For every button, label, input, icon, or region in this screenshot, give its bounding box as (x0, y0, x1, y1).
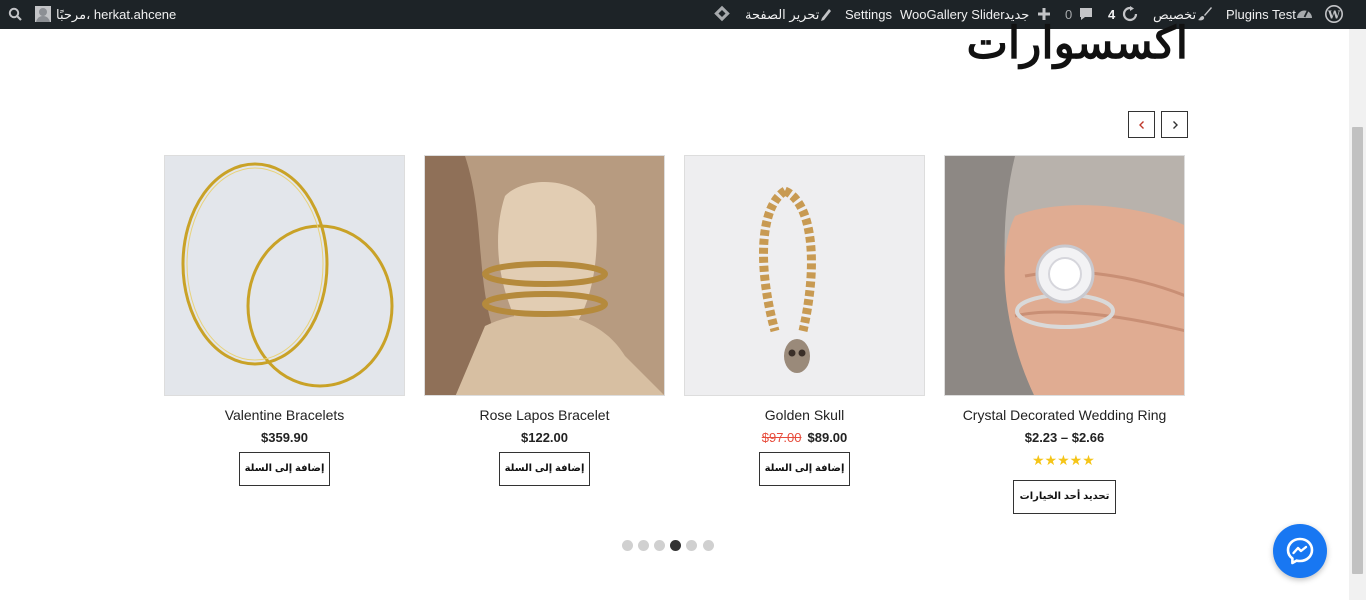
edit-page-label: تحرير الصفحة (745, 7, 820, 22)
add-to-cart-button[interactable]: إضافة إلى السلة (239, 452, 330, 486)
search-icon[interactable] (8, 0, 22, 29)
product-price-group: $97.00 $89.00 (684, 430, 925, 445)
product-card: Golden Skull $97.00 $89.00 إضافة إلى السل… (684, 155, 925, 486)
regular-price: $97.00 (761, 430, 802, 445)
product-image[interactable] (684, 155, 925, 396)
product-card: Rose Lapos Bracelet $122.00 إضافة إلى ال… (424, 155, 665, 486)
edit-page-link[interactable]: تحرير الصفحة (745, 0, 835, 29)
rating-stars: ★★★★★ (1032, 452, 1095, 468)
product-name[interactable]: Crystal Decorated Wedding Ring (944, 407, 1185, 423)
dashboard-gauge-icon (1297, 10, 1312, 18)
diamond-icon[interactable] (713, 0, 730, 29)
add-to-cart-button[interactable]: إضافة إلى السلة (499, 452, 590, 486)
messenger-icon (1286, 537, 1314, 565)
select-options-button[interactable]: تحديد أحد الخيارات (1013, 480, 1116, 514)
add-to-cart-button[interactable]: إضافة إلى السلة (759, 452, 850, 486)
settings-link[interactable]: Settings (845, 0, 892, 29)
product-image[interactable] (944, 155, 1185, 396)
my-account-menu[interactable]: مرحبًا، herkat.ahcene (35, 0, 176, 29)
chevron-right-icon (1173, 121, 1178, 129)
page-scrollbar[interactable] (1349, 29, 1366, 600)
chevron-left-icon (1139, 121, 1144, 129)
site-name-link[interactable]: Plugins Test (1226, 0, 1314, 29)
sale-price: $89.00 (807, 430, 848, 445)
product-image[interactable] (424, 155, 665, 396)
pencil-icon (821, 9, 831, 21)
slider-next-button[interactable] (1161, 111, 1188, 138)
product-name[interactable]: Golden Skull (684, 407, 925, 423)
product-price: $2.23 – $2.66 (1024, 430, 1105, 445)
slider-dot[interactable] (703, 540, 714, 551)
product-card: Valentine Bracelets $359.90 إضافة إلى ال… (164, 155, 405, 486)
paintbrush-icon (1198, 7, 1212, 21)
product-price: $359.90 (261, 430, 308, 445)
slider-dot[interactable] (686, 540, 697, 551)
product-price: $122.00 (521, 430, 568, 445)
site-name: Plugins Test (1226, 7, 1296, 22)
slider-dot[interactable] (622, 540, 633, 551)
scrollbar-thumb[interactable] (1352, 127, 1363, 574)
slider-dot-active[interactable] (670, 540, 681, 551)
page-title: اكسسوارات (966, 18, 1188, 69)
slider-dot[interactable] (638, 540, 649, 551)
slider-dot[interactable] (654, 540, 665, 551)
product-name[interactable]: Valentine Bracelets (164, 407, 405, 423)
wordpress-logo-icon[interactable]: W (1325, 0, 1343, 29)
avatar (35, 6, 51, 22)
product-card: Crystal Decorated Wedding Ring $2.23 – $… (944, 155, 1185, 514)
slider-prev-button[interactable] (1128, 111, 1155, 138)
svg-text:W: W (1327, 8, 1341, 21)
product-name[interactable]: Rose Lapos Bracelet (424, 407, 665, 423)
messenger-chat-button[interactable] (1273, 524, 1327, 578)
product-image[interactable] (164, 155, 405, 396)
greeting-text: مرحبًا، herkat.ahcene (56, 7, 177, 22)
